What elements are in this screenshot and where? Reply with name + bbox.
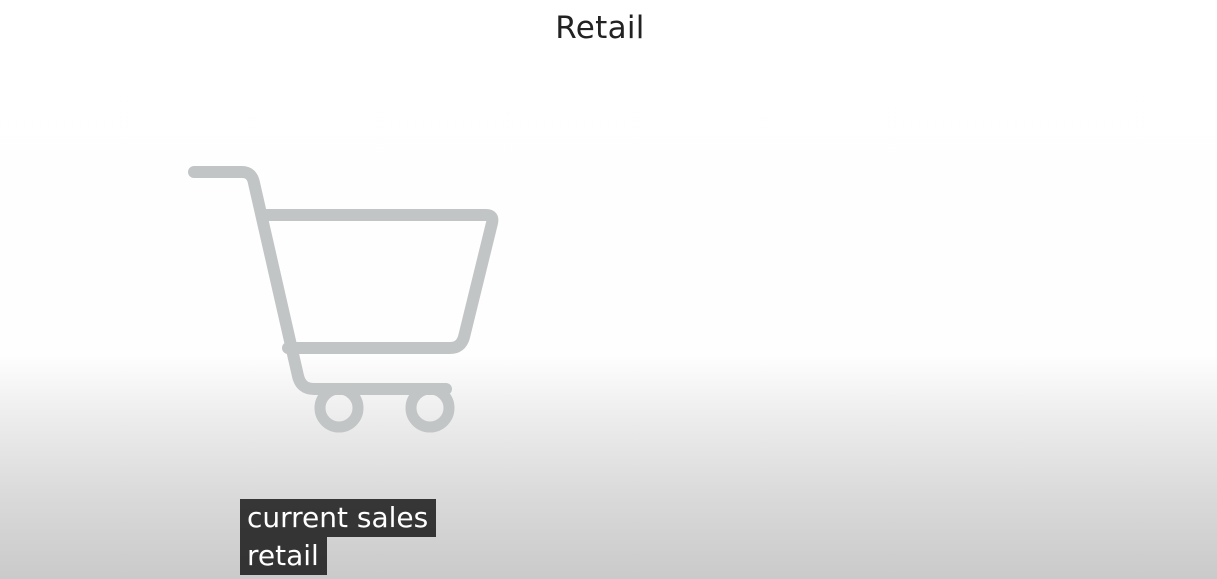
cart-handle-and-frame	[188, 166, 452, 395]
caption-line-1: current sales	[240, 499, 437, 537]
subtitle-captions: current sales retail	[240, 499, 437, 575]
slide-title: Retail	[555, 10, 645, 46]
caption-line-2: retail	[240, 537, 327, 575]
video-frame[interactable]: Retail current sales retail	[0, 0, 1217, 579]
cart-basket	[256, 209, 499, 354]
shopping-cart-icon	[188, 166, 499, 433]
